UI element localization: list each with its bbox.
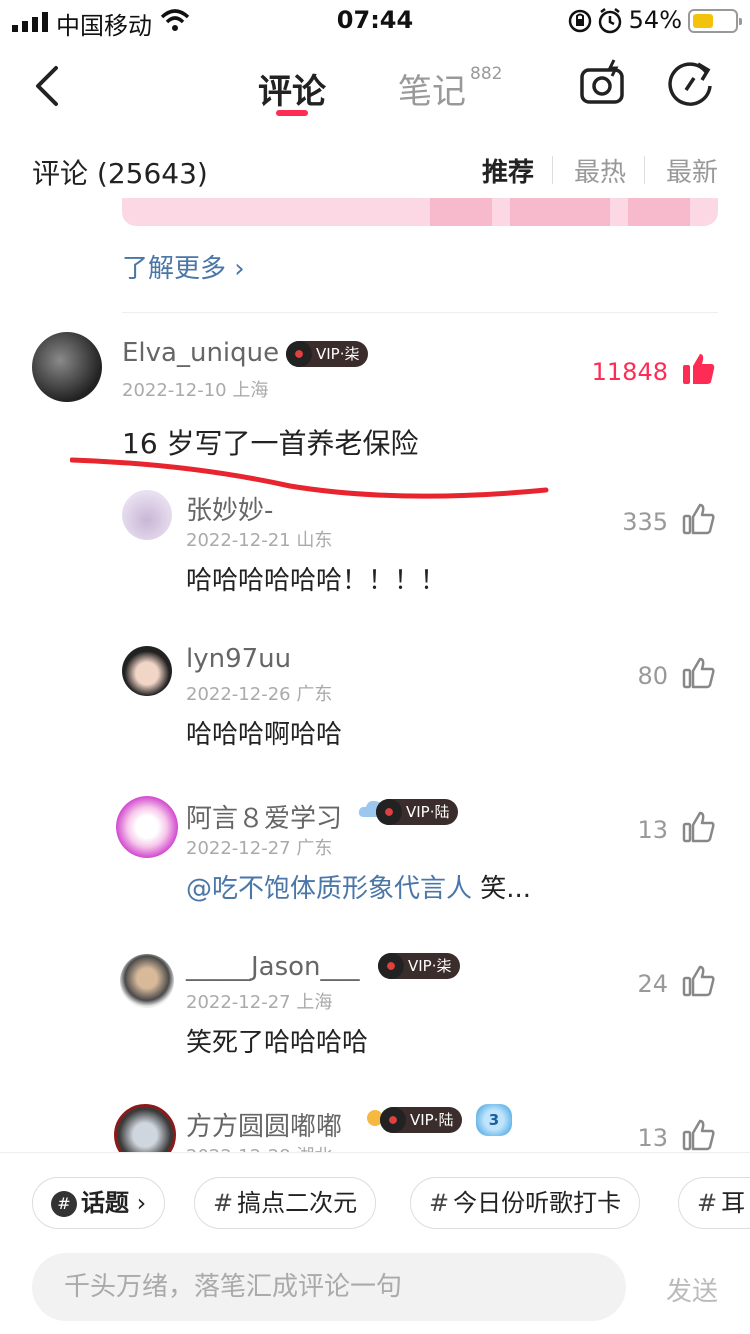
reply-username[interactable]: 张妙妙-	[186, 490, 273, 527]
hashtag-chip[interactable]: # 今日份听歌打卡	[410, 1177, 641, 1229]
reply-location: 广东	[296, 838, 333, 859]
top-nav: 评论 笔记 882	[0, 44, 750, 132]
status-bar: 中国移动 07:44 54%	[0, 0, 750, 44]
sort-divider	[552, 156, 553, 184]
sort-hot[interactable]: 最热	[574, 152, 626, 189]
vinyl-icon	[376, 799, 402, 825]
mention-link[interactable]: @吃不饱体质形象代言人	[186, 874, 472, 904]
reply-likes: 24	[637, 970, 668, 998]
reply-meta: 2022-12-26 广东	[186, 680, 332, 706]
vinyl-icon	[286, 341, 312, 367]
battery-icon	[688, 9, 742, 33]
reply-meta: 2022-12-27 上海	[186, 988, 332, 1014]
active-tab-indicator	[276, 110, 308, 116]
avatar[interactable]	[116, 796, 178, 858]
like-outline-icon[interactable]	[682, 656, 716, 690]
avatar[interactable]	[122, 490, 172, 540]
vip-badge-label: VIP·柒	[408, 957, 452, 975]
vip-badge-label: VIP·陆	[406, 803, 450, 821]
vip-badge-label: VIP·柒	[316, 345, 360, 363]
reply-date: 2022-12-26	[186, 684, 291, 705]
reply-date: 2022-12-21	[186, 530, 291, 551]
reply-username[interactable]: 方方圆圆嘟嘟	[186, 1106, 342, 1143]
like-filled-icon[interactable]	[682, 352, 716, 386]
tab-notes[interactable]: 笔记 882	[398, 64, 502, 113]
reply-text: 哈哈哈啊哈哈	[186, 720, 343, 750]
reply-date: 2022-12-27	[186, 992, 291, 1013]
reply-likes: 13	[637, 1124, 668, 1152]
vinyl-icon	[378, 953, 404, 979]
reply-username[interactable]: 阿言８爱学习	[186, 798, 342, 835]
sort-recommended[interactable]: 推荐	[482, 152, 534, 189]
vip-badge: VIP·柒	[378, 953, 460, 979]
sort-bar: 评论 (25643) 推荐 最热 最新	[0, 138, 750, 198]
reply-meta: 2022-12-27 广东	[186, 834, 332, 860]
learn-more-label: 了解更多	[122, 254, 227, 284]
vinyl-icon	[380, 1107, 406, 1133]
reply-date: 2022-12-27	[186, 838, 291, 859]
avatar[interactable]	[122, 646, 172, 696]
main-comment-likes: 11848	[591, 358, 668, 386]
promo-banner[interactable]	[122, 198, 718, 226]
hash-icon: #	[429, 1189, 450, 1217]
reply-likes: 335	[622, 508, 668, 536]
tab-comments-label: 评论	[258, 72, 326, 112]
chip-label: 搞点二次元	[237, 1189, 358, 1217]
heart-level-badge: 3	[476, 1104, 512, 1136]
camera-icon[interactable]	[578, 58, 628, 108]
comment-input[interactable]	[32, 1253, 626, 1321]
like-outline-icon[interactable]	[682, 502, 716, 536]
battery-percent: 54%	[628, 6, 682, 34]
vip-badge: VIP·柒	[286, 341, 368, 367]
avatar[interactable]	[32, 332, 102, 402]
main-comment-date: 2022-12-10	[122, 380, 227, 401]
reply-text-tail: 笑...	[472, 874, 532, 904]
like-outline-icon[interactable]	[682, 810, 716, 844]
sort-newest[interactable]: 最新	[666, 152, 718, 189]
hashtag-chip[interactable]: # 搞点二次元	[194, 1177, 377, 1229]
main-comment-location: 上海	[232, 380, 269, 401]
comment-count: 评论 (25643)	[32, 157, 208, 190]
reply-likes: 80	[637, 662, 668, 690]
reply-likes: 13	[637, 816, 668, 844]
hash-icon: #	[213, 1189, 234, 1217]
chip-label: 话题	[81, 1189, 129, 1217]
reply-username[interactable]: _____Jason___	[186, 952, 360, 982]
refresh-icon[interactable]	[666, 58, 716, 108]
chip-label: 今日份听歌打卡	[453, 1189, 622, 1217]
send-button[interactable]: 发送	[666, 1271, 718, 1308]
hashtag-chip[interactable]: # 耳	[678, 1177, 750, 1229]
sort-divider	[644, 156, 645, 184]
vip-badge: VIP·陆	[376, 799, 458, 825]
avatar[interactable]	[120, 954, 174, 1008]
reply-text: @吃不饱体质形象代言人 笑...	[186, 868, 531, 905]
reply-meta: 2022-12-21 山东	[186, 526, 332, 552]
vip-badge: VIP·陆	[380, 1107, 462, 1133]
tab-comments[interactable]: 评论	[258, 64, 326, 113]
like-outline-icon[interactable]	[682, 964, 716, 998]
hash-icon: #	[697, 1189, 718, 1217]
vip-badge-label: VIP·陆	[410, 1111, 454, 1129]
reply-username[interactable]: lyn97uu	[186, 644, 291, 674]
reply-location: 山东	[296, 530, 333, 551]
reply-text: 哈哈哈哈哈哈！！！！	[186, 566, 447, 596]
bottom-bar: #话题 › #搞点二次元 #今日份听歌打卡 #耳 发送	[0, 1152, 750, 1334]
like-outline-icon[interactable]	[682, 1118, 716, 1152]
reply-location: 上海	[296, 992, 333, 1013]
lock-alarm-icon	[568, 8, 622, 34]
chip-label: 耳	[721, 1189, 746, 1217]
reply-text: 笑死了哈哈哈哈	[186, 1028, 369, 1058]
reply-location: 广东	[296, 684, 333, 705]
tab-notes-label: 笔记	[398, 72, 466, 112]
hash-icon: #	[51, 1191, 77, 1217]
back-icon[interactable]	[30, 62, 66, 110]
topic-chip[interactable]: # 话题 ›	[32, 1177, 166, 1229]
notes-count-badge: 882	[470, 64, 503, 84]
main-comment-username[interactable]: Elva_unique	[122, 338, 279, 368]
divider	[122, 312, 718, 313]
main-comment-meta: 2022-12-10 上海	[122, 376, 268, 402]
learn-more-link[interactable]: 了解更多 ›	[122, 248, 245, 285]
